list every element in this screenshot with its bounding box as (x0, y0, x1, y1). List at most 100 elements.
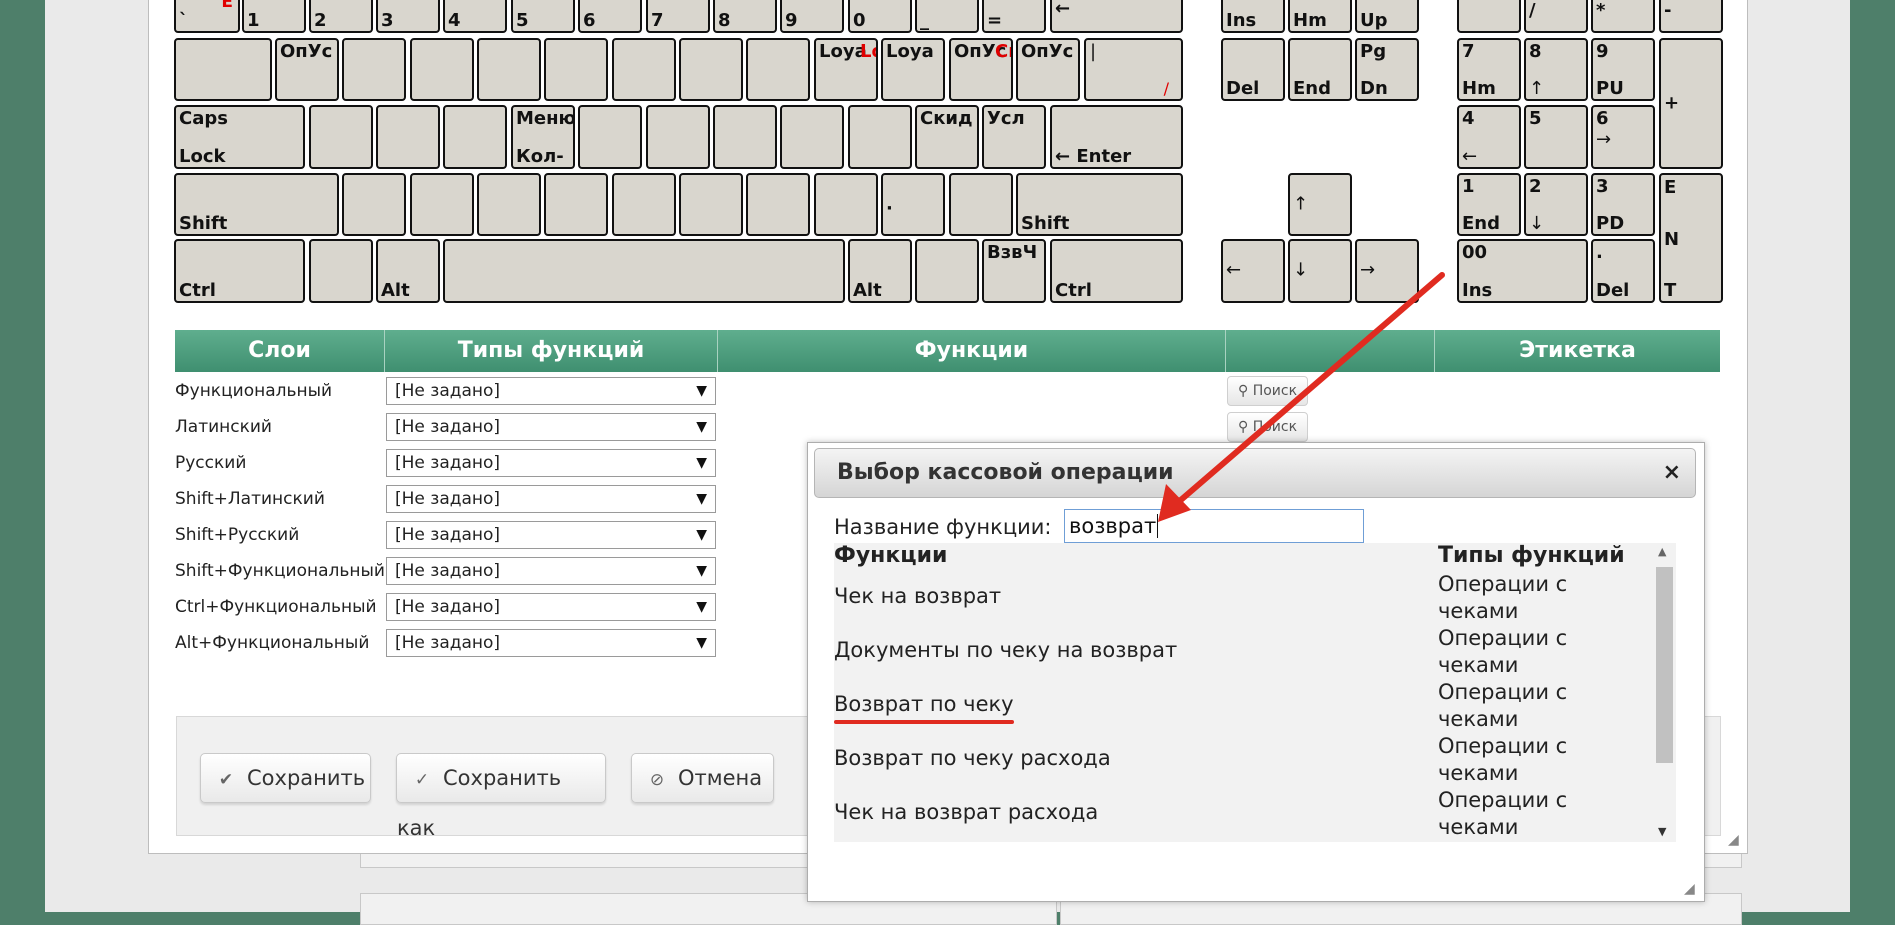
key-num-7[interactable]: 7 Hm (1457, 38, 1521, 101)
key-quote[interactable]: Усл (982, 105, 1046, 169)
key-f[interactable]: Меню Кол- (511, 105, 575, 169)
key-home[interactable]: Hm (1288, 0, 1352, 33)
key-d[interactable] (443, 105, 507, 169)
resize-grip-icon[interactable]: ◢ (1684, 881, 1695, 897)
key-9[interactable]: 9 (780, 0, 844, 33)
resize-grip-icon[interactable]: ◢ (1728, 832, 1739, 848)
key-period[interactable]: . (881, 173, 945, 236)
key-g[interactable] (578, 105, 642, 169)
key-backslash[interactable]: | / (1084, 38, 1183, 101)
key-t[interactable] (544, 38, 608, 101)
key-equals[interactable]: = (982, 0, 1046, 33)
key-arrow-left[interactable]: ← (1221, 239, 1285, 303)
key-0[interactable]: 0 (848, 0, 912, 33)
key-end[interactable]: End (1288, 38, 1352, 101)
key-backspace[interactable]: ← (1050, 0, 1183, 33)
key-b[interactable] (612, 173, 676, 236)
key-num-enter[interactable]: E N T (1659, 173, 1723, 303)
key-m[interactable] (746, 173, 810, 236)
search-button[interactable]: ⚲ Поиск (1227, 412, 1308, 442)
function-type-select[interactable]: [Не задано] ▼ (386, 557, 716, 585)
key-slash[interactable] (949, 173, 1013, 236)
key-num-decimal[interactable]: . Del (1591, 239, 1655, 303)
key-num-empty[interactable] (1457, 0, 1521, 33)
key-v[interactable] (544, 173, 608, 236)
key-3[interactable]: 3 (376, 0, 440, 33)
key-o[interactable]: LoyaLo (814, 38, 878, 101)
key-bracket-left[interactable]: ОпУсСк (949, 38, 1013, 101)
key-num-6[interactable]: 6 → (1591, 105, 1655, 169)
key-n[interactable] (679, 173, 743, 236)
key-num-minus[interactable]: - (1659, 0, 1723, 33)
key-k[interactable] (780, 105, 844, 169)
function-type-select[interactable]: [Не задано] ▼ (386, 413, 716, 441)
key-8[interactable]: 8 (713, 0, 777, 33)
key-num-4[interactable]: 4 ← (1457, 105, 1521, 169)
key-semicolon[interactable]: Скид (915, 105, 979, 169)
function-name-input[interactable]: возврат (1064, 509, 1364, 543)
key-7[interactable]: 7 (646, 0, 710, 33)
key-enter[interactable]: ← Enter (1050, 105, 1183, 169)
key-y[interactable] (612, 38, 676, 101)
key-r[interactable] (477, 38, 541, 101)
scroll-down-icon[interactable]: ▼ (1658, 825, 1666, 838)
search-button[interactable]: ⚲ Поиск (1227, 376, 1308, 406)
function-type-select[interactable]: [Не задано] ▼ (386, 485, 716, 513)
function-type-select[interactable]: [Не задано] ▼ (386, 377, 716, 405)
key-l[interactable] (848, 105, 912, 169)
function-type-select[interactable]: [Не задано] ▼ (386, 521, 716, 549)
key-num-1[interactable]: 1 End (1457, 173, 1521, 236)
key-num-divide[interactable]: / (1524, 0, 1588, 33)
key-4[interactable]: 4 (443, 0, 507, 33)
key-num-multiply[interactable]: * (1591, 0, 1655, 33)
key-menu[interactable]: ВзвЧ (982, 239, 1046, 303)
function-type-select[interactable]: [Не задано] ▼ (386, 449, 716, 477)
list-scrollbar[interactable]: ▲ ▼ (1652, 543, 1676, 842)
key-del[interactable]: Del (1221, 38, 1285, 101)
key-num-plus[interactable]: + (1659, 38, 1723, 169)
key-arrow-up[interactable]: ↑ (1288, 173, 1352, 236)
key-p[interactable]: Loya (881, 38, 945, 101)
key-j[interactable] (713, 105, 777, 169)
key-alt-right[interactable]: Alt (848, 239, 912, 303)
close-icon[interactable]: × (1663, 449, 1681, 497)
key-z[interactable] (342, 173, 406, 236)
key-5[interactable]: 5 (511, 0, 575, 33)
key-pgup[interactable]: Up (1355, 0, 1419, 33)
cancel-button[interactable]: ⊘ Отмена (631, 753, 774, 803)
key-alt-left[interactable]: Alt (376, 239, 440, 303)
key-e[interactable] (410, 38, 474, 101)
key-win-left[interactable] (309, 239, 373, 303)
scrollbar-thumb[interactable] (1656, 567, 1673, 763)
key-num-9[interactable]: 9 PU (1591, 38, 1655, 101)
key-bracket-right[interactable]: ОпУс (1016, 38, 1080, 101)
key-ctrl-left[interactable]: Ctrl (174, 239, 305, 303)
key-6[interactable]: 6 (578, 0, 642, 33)
key-pgdn[interactable]: Pg Dn (1355, 38, 1419, 101)
key-a[interactable] (309, 105, 373, 169)
key-x[interactable] (410, 173, 474, 236)
key-i[interactable] (746, 38, 810, 101)
key-num-5[interactable]: 5 (1524, 105, 1588, 169)
key-yo[interactable]: ` Ё (174, 0, 240, 33)
save-as-button[interactable]: ✓ Сохранить как (396, 753, 606, 840)
key-num-3[interactable]: 3 PD (1591, 173, 1655, 236)
key-num-0[interactable]: 00 Ins (1457, 239, 1588, 303)
key-u[interactable] (679, 38, 743, 101)
key-comma[interactable] (814, 173, 878, 236)
key-win-right[interactable] (915, 239, 979, 303)
key-num-8[interactable]: 8 ↑ (1524, 38, 1588, 101)
dialog-titlebar[interactable]: Выбор кассовой операции × (814, 448, 1696, 498)
key-c[interactable] (477, 173, 541, 236)
key-tab[interactable] (174, 38, 272, 101)
key-shift-left[interactable]: Shift (174, 173, 339, 236)
key-minus[interactable]: _ (915, 0, 979, 33)
key-1[interactable]: 1 (242, 0, 306, 33)
key-ins[interactable]: Ins (1221, 0, 1285, 33)
save-button[interactable]: ✔ Сохранить (200, 753, 371, 803)
key-caps-lock[interactable]: Caps Lock (174, 105, 305, 169)
key-q[interactable]: ОпУс (275, 38, 339, 101)
key-ctrl-right[interactable]: Ctrl (1050, 239, 1183, 303)
key-w[interactable] (342, 38, 406, 101)
key-space[interactable] (443, 239, 845, 303)
